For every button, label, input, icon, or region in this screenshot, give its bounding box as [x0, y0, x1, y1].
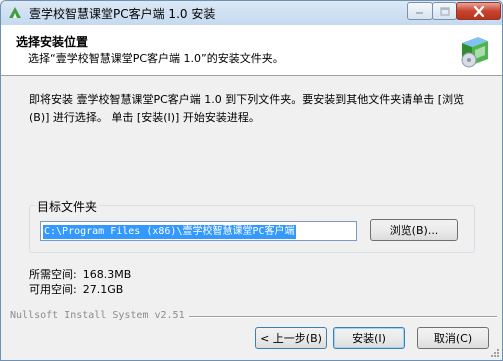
page-title: 选择安装位置	[16, 35, 89, 49]
back-button[interactable]: < 上一步(B)	[255, 327, 327, 349]
browse-button[interactable]: 浏览(B)...	[370, 219, 458, 241]
installer-window: 壹学校智慧课堂PC客户端 1.0 安装 选择安装位置 选择“壹学校智慧课堂PC客…	[0, 0, 503, 361]
minimize-button[interactable]	[407, 2, 433, 20]
destination-path-value: C:\Program Files (x86)\壹学校智慧课堂PC客户端	[43, 225, 296, 239]
window-title: 壹学校智慧课堂PC客户端 1.0 安装	[29, 7, 216, 21]
title-bar[interactable]: 壹学校智慧课堂PC客户端 1.0 安装	[1, 1, 502, 25]
destination-path-input[interactable]: C:\Program Files (x86)\壹学校智慧课堂PC客户端	[40, 221, 357, 241]
header-panel: 选择安装位置 选择“壹学校智慧课堂PC客户端 1.0”的安装文件夹。	[1, 25, 502, 76]
close-icon	[473, 5, 484, 17]
space-required: 所需空间: 168.3MB	[29, 266, 131, 282]
resize-grip-icon[interactable]	[490, 348, 500, 358]
page-subtitle: 选择“壹学校智慧课堂PC客户端 1.0”的安装文件夹。	[28, 52, 284, 65]
install-description: 即将安装 壹学校智慧课堂PC客户端 1.0 到下列文件夹。要安装到其他文件夹请单…	[29, 93, 465, 124]
space-required-label: 所需空间:	[29, 268, 77, 281]
cancel-button[interactable]: 取消(C)	[417, 327, 489, 349]
app-icon	[9, 7, 21, 18]
install-button[interactable]: 安装(I)	[333, 327, 405, 349]
maximize-button[interactable]	[432, 2, 457, 20]
destination-group-label: 目标文件夹	[35, 198, 100, 215]
space-available-value: 27.1GB	[82, 283, 124, 296]
nsis-brand: Nullsoft Install System v2.51	[10, 310, 185, 321]
close-button[interactable]	[456, 2, 501, 20]
space-available-label: 可用空间:	[29, 283, 77, 296]
maximize-icon	[439, 6, 450, 16]
footer-divider	[189, 316, 497, 318]
space-available: 可用空间: 27.1GB	[29, 281, 123, 297]
minimize-icon	[416, 12, 423, 14]
space-required-value: 168.3MB	[82, 268, 132, 281]
installer-box-icon	[461, 37, 488, 68]
